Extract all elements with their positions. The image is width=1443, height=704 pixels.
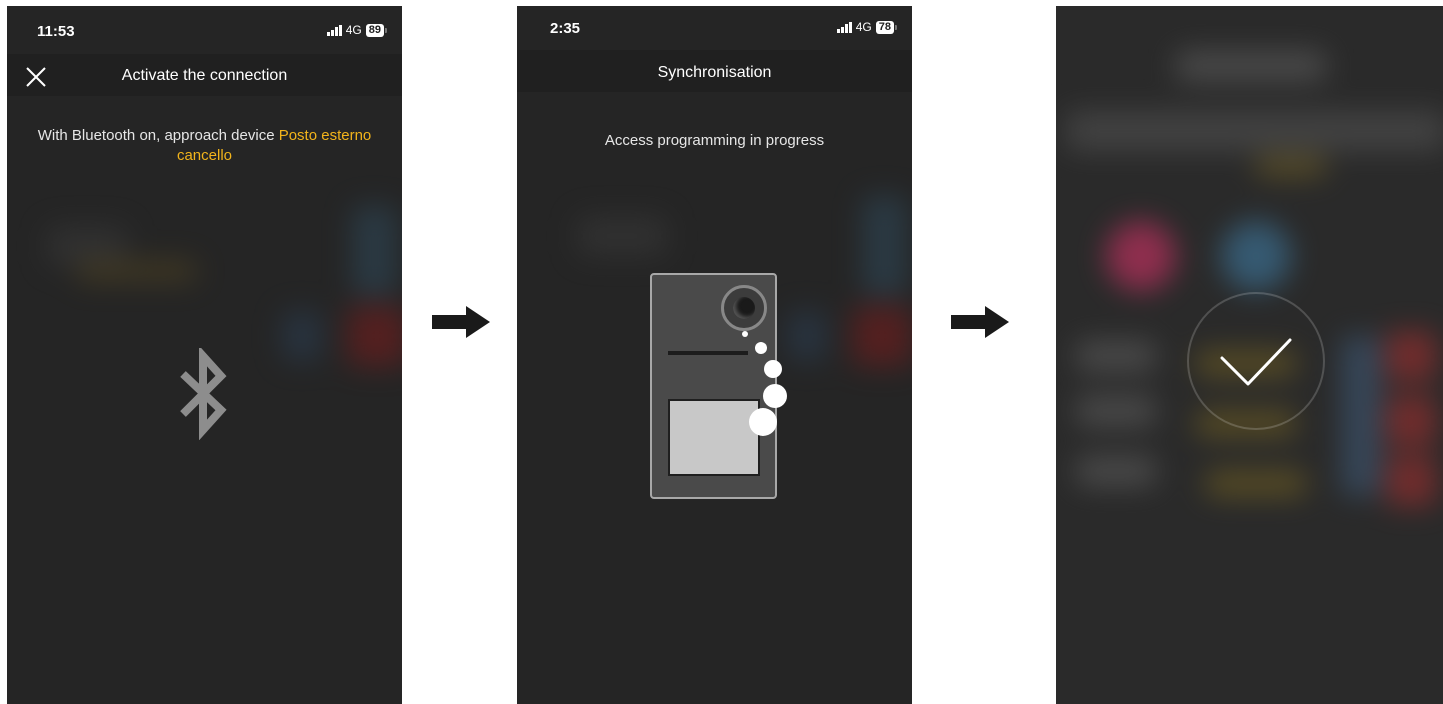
- arrow-right-icon: [951, 306, 1009, 338]
- network-type: 4G: [855, 20, 872, 34]
- page-title: Activate the connection: [121, 67, 288, 84]
- checkmark-icon: [1220, 338, 1292, 386]
- screen-success: [1056, 6, 1443, 704]
- nav-bar: Activate the connection: [7, 54, 402, 96]
- status-time: 11:53: [37, 23, 75, 40]
- tutorial-strip: 11:53 4G 89 Activate the connection With…: [0, 0, 1443, 704]
- signal-icon: [836, 21, 852, 33]
- network-type: 4G: [345, 23, 362, 37]
- battery-icon: 89: [365, 23, 388, 37]
- camera-icon: [721, 285, 767, 331]
- status-bar: 11:53 4G 89: [7, 6, 402, 54]
- screen-synchronisation: 2:35 4G 78 Synchronisation Access progra…: [517, 6, 912, 704]
- device-panel: [668, 399, 760, 476]
- status-time: 2:35: [550, 20, 581, 37]
- instruction-prefix: With Bluetooth on, approach device: [37, 127, 279, 144]
- signal-icon: [326, 24, 342, 36]
- status-indicators: 4G 78: [836, 20, 898, 34]
- arrow-right-icon: [432, 306, 490, 338]
- status-indicators: 4G 89: [326, 23, 388, 37]
- battery-icon: 78: [875, 20, 898, 34]
- device-slot: [668, 351, 748, 355]
- nav-bar: Synchronisation: [517, 50, 912, 92]
- screen-activate-connection: 11:53 4G 89 Activate the connection With…: [7, 6, 402, 704]
- door-station-icon: [650, 273, 777, 499]
- page-title: Synchronisation: [657, 64, 772, 81]
- bluetooth-icon: [180, 348, 227, 440]
- progress-text: Access programming in progress: [604, 132, 825, 149]
- instruction-text: With Bluetooth on, approach device Posto…: [37, 126, 372, 166]
- status-bar: 2:35 4G 78: [517, 6, 912, 54]
